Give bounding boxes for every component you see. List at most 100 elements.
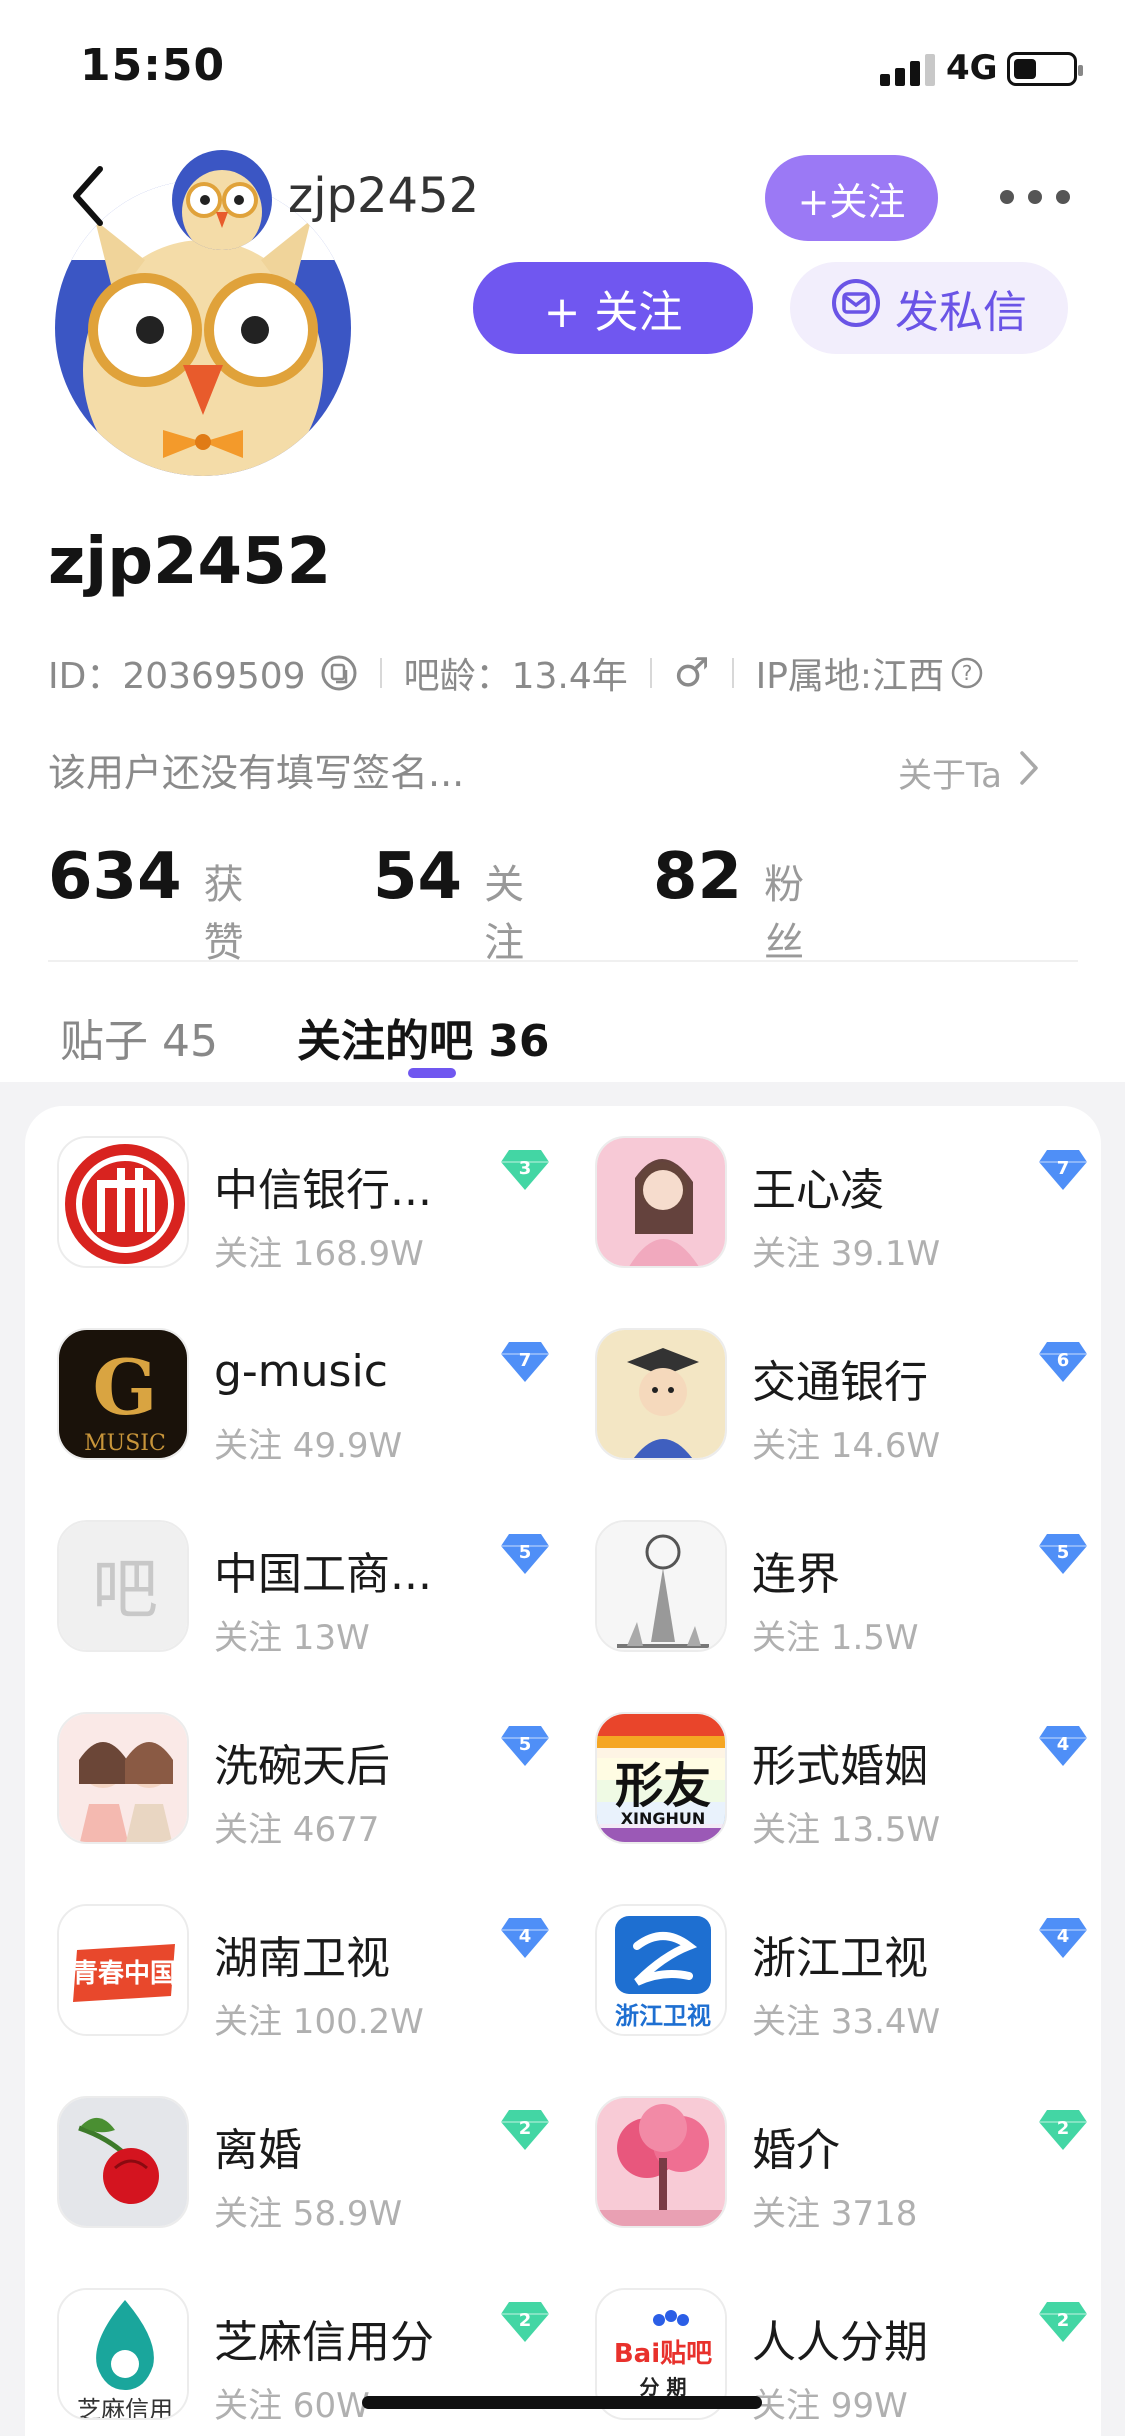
- level-badge-icon: 2: [1037, 2108, 1089, 2152]
- bar-age: 吧龄：13.4年: [403, 656, 628, 697]
- level-number: 2: [1057, 2310, 1070, 2331]
- bar-name: 人人分期: [752, 2317, 928, 2368]
- level-badge-icon: 2: [499, 2108, 551, 2152]
- level-badge-icon: 5: [1037, 1532, 1089, 1576]
- bar-item[interactable]: 连界 关注 1.5W 5: [595, 1520, 1115, 1660]
- stat-fans[interactable]: 82 粉丝: [653, 840, 804, 968]
- level-badge-icon: 3: [499, 1148, 551, 1192]
- stat-label: 获赞: [203, 862, 244, 966]
- bar-followers: 关注 1.5W: [752, 1618, 919, 1658]
- message-button[interactable]: 发私信: [790, 262, 1068, 354]
- status-time: 15:50: [80, 40, 226, 91]
- level-number: 4: [1057, 1926, 1070, 1947]
- placeholder-logo: 吧: [57, 1520, 189, 1652]
- level-number: 7: [519, 1350, 532, 1371]
- bar-avatar: [595, 1520, 727, 1652]
- citic-logo: [57, 1136, 189, 1268]
- bar-followers: 关注 3718: [752, 2194, 918, 2234]
- follow-button[interactable]: + 关注: [473, 262, 753, 354]
- bar-item[interactable]: 青春中国 湖南卫视 关注 100.2W 4: [57, 1904, 577, 2044]
- level-number: 2: [519, 2118, 532, 2139]
- stat-following[interactable]: 54 关注: [373, 840, 524, 968]
- stat-likes[interactable]: 634 获赞: [48, 840, 244, 968]
- svg-text:?: ?: [962, 661, 973, 685]
- bar-item[interactable]: 交通银行 关注 14.6W 6: [595, 1328, 1115, 1468]
- bar-followers: 关注 13.5W: [752, 1810, 941, 1850]
- bar-followers: 关注 99W: [752, 2386, 908, 2426]
- level-number: 3: [519, 1158, 532, 1179]
- bar-item[interactable]: 离婚 关注 58.9W 2: [57, 2096, 577, 2236]
- bar-name: 离婚: [214, 2125, 302, 2176]
- bar-avatar: [57, 2096, 189, 2228]
- level-badge-icon: 4: [1037, 1724, 1089, 1768]
- bar-item[interactable]: 中信银行... 关注 168.9W 3: [57, 1136, 577, 1276]
- about-label: 关于Ta: [898, 756, 1002, 796]
- bar-followers: 关注 13W: [214, 1618, 370, 1658]
- followed-bars-card: 中信银行... 关注 168.9W 3 王心凌 关注 39.1W 7 G MUSI…: [25, 1106, 1101, 2436]
- level-number: 5: [519, 1542, 532, 1563]
- about-link[interactable]: 关于Ta: [898, 748, 1040, 797]
- svg-text:芝麻信用: 芝麻信用: [77, 2396, 173, 2420]
- signature: 该用户还没有填写签名...: [48, 751, 465, 795]
- tab-followed-bars[interactable]: 关注的吧 36: [297, 1005, 550, 1069]
- bar-followers: 关注 39.1W: [752, 1234, 941, 1274]
- more-icon[interactable]: [1000, 186, 1070, 208]
- stat-label: 粉丝: [764, 862, 805, 966]
- battery-icon: [1007, 52, 1083, 86]
- bar-item[interactable]: G MUSIC g-music 关注 49.9W 7: [57, 1328, 577, 1468]
- stat-label: 关注: [484, 862, 525, 966]
- level-number: 5: [1057, 1542, 1070, 1563]
- status-bar: 15:50 4G: [0, 0, 1125, 130]
- level-badge-icon: 5: [499, 1724, 551, 1768]
- bar-avatar: [595, 1136, 727, 1268]
- svg-text:XINGHUN: XINGHUN: [621, 1809, 706, 1828]
- bar-name: 芝麻信用分: [214, 2317, 434, 2368]
- bar-name: 婚介: [752, 2125, 840, 2176]
- home-indicator: [362, 2396, 762, 2409]
- bar-avatar: [57, 1712, 189, 1844]
- copy-icon[interactable]: [320, 654, 358, 692]
- bar-item[interactable]: 形友 XINGHUN 形式婚姻 关注 13.5W 4: [595, 1712, 1115, 1852]
- mail-icon: [831, 278, 881, 339]
- bar-followers: 关注 33.4W: [752, 2002, 941, 2042]
- network-label: 4G: [946, 48, 998, 88]
- gender-male-icon: ♂: [673, 650, 710, 696]
- level-badge-icon: 5: [499, 1532, 551, 1576]
- level-badge-icon: 2: [1037, 2300, 1089, 2344]
- hunan-tv-logo: 青春中国: [57, 1904, 189, 2036]
- bar-name: 中信银行...: [214, 1165, 432, 1216]
- level-number: 7: [1057, 1158, 1070, 1179]
- bar-avatar: [595, 1328, 727, 1460]
- profile-username: zjp2452: [48, 525, 332, 599]
- level-number: 2: [1057, 2118, 1070, 2139]
- header-follow-button[interactable]: +关注: [765, 155, 938, 241]
- back-button[interactable]: [64, 163, 114, 229]
- message-label: 发私信: [895, 287, 1027, 338]
- level-number: 2: [519, 2310, 532, 2331]
- bar-item[interactable]: 吧 中国工商... 关注 13W 5: [57, 1520, 577, 1660]
- divider: [48, 960, 1078, 962]
- level-number: 4: [519, 1926, 532, 1947]
- level-badge-icon: 2: [499, 2300, 551, 2344]
- profile-meta: ID：20369509 吧龄：13.4年 ♂ IP属地:江西 ?: [48, 648, 984, 698]
- bar-item[interactable]: 王心凌 关注 39.1W 7: [595, 1136, 1115, 1276]
- bar-item[interactable]: 洗碗天后 关注 4677 5: [57, 1712, 577, 1852]
- level-badge-icon: 7: [1037, 1148, 1089, 1192]
- bar-item[interactable]: 浙江卫视 浙江卫视 关注 33.4W 4: [595, 1904, 1115, 2044]
- bar-item[interactable]: 婚介 关注 3718 2: [595, 2096, 1115, 2236]
- svg-text:G: G: [93, 1343, 158, 1432]
- stat-value: 82: [653, 840, 743, 914]
- bar-name: 交通银行: [752, 1357, 928, 1408]
- stat-value: 54: [373, 840, 463, 914]
- svg-text:形友: 形友: [615, 1758, 711, 1814]
- help-icon[interactable]: ?: [950, 656, 984, 690]
- bar-followers: 关注 100.2W: [214, 2002, 424, 2042]
- bar-followers: 关注 58.9W: [214, 2194, 403, 2234]
- svg-text:浙江卫视: 浙江卫视: [615, 2002, 711, 2030]
- svg-text:Bai贴吧: Bai贴吧: [614, 2339, 712, 2369]
- zhejiang-tv-logo: 浙江卫视: [595, 1904, 727, 2036]
- level-badge-icon: 4: [1037, 1916, 1089, 1960]
- level-badge-icon: 4: [499, 1916, 551, 1960]
- tab-posts[interactable]: 贴子 45: [60, 1005, 218, 1069]
- level-number: 4: [1057, 1734, 1070, 1755]
